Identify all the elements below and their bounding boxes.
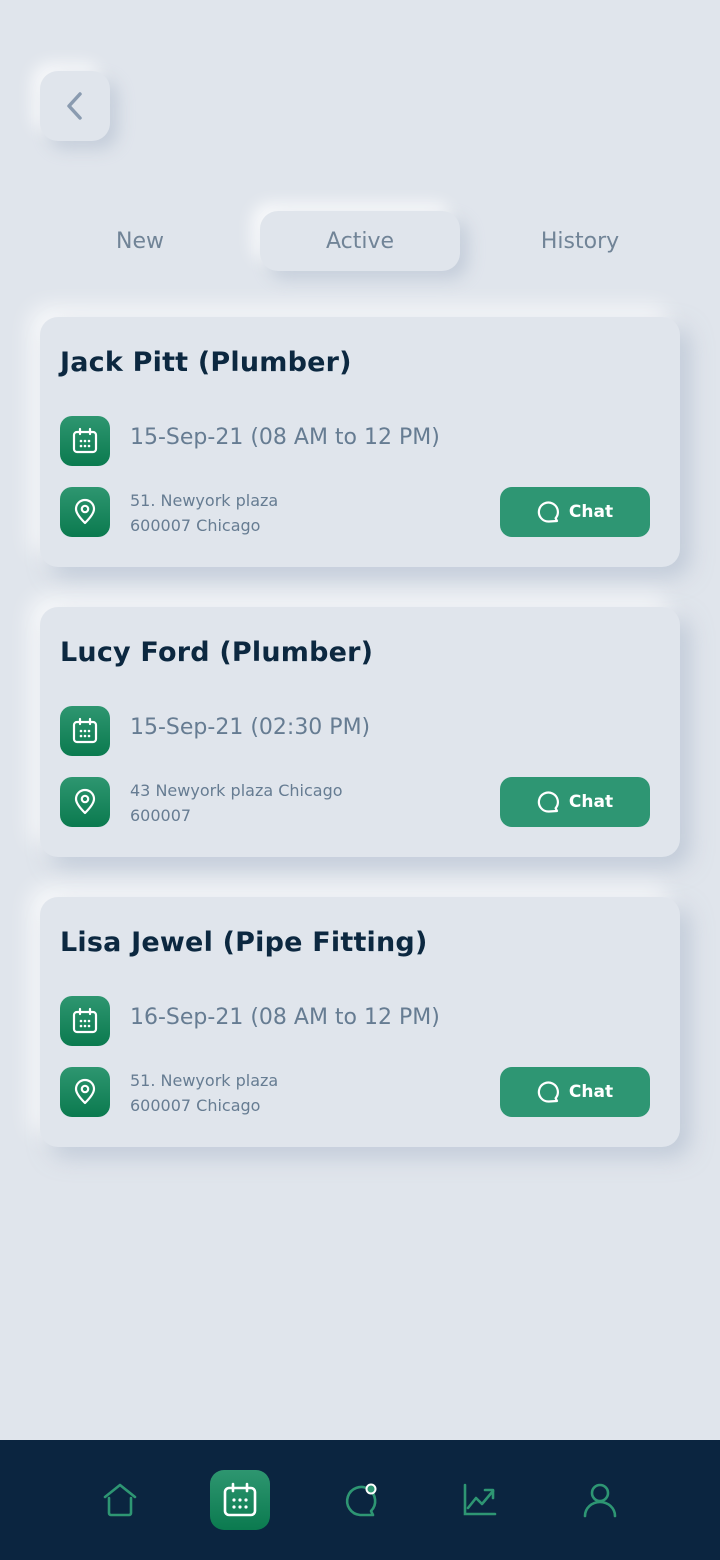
- booking-address: 51. Newyork plaza 600007 Chicago: [130, 488, 278, 538]
- address-line-1: 51. Newyork plaza: [130, 1071, 279, 1090]
- calendar-icon: [223, 1482, 257, 1517]
- location-pin-icon: [74, 1078, 96, 1105]
- address-line-2: 600007 Chicago: [130, 1096, 261, 1115]
- location-pin-icon: [74, 498, 96, 525]
- location-icon-badge: [60, 1067, 110, 1117]
- tab-new[interactable]: New: [40, 211, 240, 271]
- nav-chat[interactable]: [330, 1470, 390, 1530]
- calendar-icon: [72, 717, 98, 744]
- chat-label: Chat: [568, 792, 614, 812]
- calendar-icon-badge: [60, 706, 110, 756]
- booking-card: Lisa Jewel (Pipe Fitting) 16-Sep-21 (08 …: [40, 897, 680, 1147]
- chat-icon: [345, 1483, 377, 1517]
- booking-title: Lucy Ford (Plumber): [60, 637, 374, 668]
- booking-address: 51. Newyork plaza 600007 Chicago: [130, 1068, 278, 1118]
- location-icon-badge: [60, 777, 110, 827]
- chat-label: Chat: [568, 1082, 614, 1102]
- booking-title: Jack Pitt (Plumber): [60, 347, 352, 378]
- chart-icon: [463, 1483, 497, 1516]
- calendar-icon-badge: [60, 416, 110, 466]
- back-button[interactable]: [40, 71, 110, 141]
- address-line-1: 43 Newyork plaza Chicago: [130, 781, 343, 800]
- address-line-2: 600007: [130, 806, 192, 825]
- nav-calendar[interactable]: [210, 1470, 270, 1530]
- address-line-2: 600007 Chicago: [130, 516, 261, 535]
- chat-bubble-icon: [537, 791, 559, 813]
- home-icon: [103, 1483, 137, 1517]
- chat-button[interactable]: Chat: [500, 1067, 650, 1117]
- bottom-navbar: [0, 1440, 720, 1560]
- location-icon-badge: [60, 487, 110, 537]
- booking-title: Lisa Jewel (Pipe Fitting): [60, 927, 428, 958]
- chat-label: Chat: [568, 502, 614, 522]
- nav-home[interactable]: [90, 1470, 150, 1530]
- booking-card: Lucy Ford (Plumber) 15-Sep-21 (02:30 PM)…: [40, 607, 680, 857]
- chat-bubble-icon: [537, 501, 559, 523]
- tab-active[interactable]: Active: [260, 211, 460, 271]
- booking-address: 43 Newyork plaza Chicago 600007: [130, 778, 343, 828]
- profile-icon: [583, 1483, 617, 1518]
- calendar-icon-badge: [60, 996, 110, 1046]
- chevron-left-icon: [67, 92, 82, 120]
- nav-stats[interactable]: [450, 1470, 510, 1530]
- booking-card: Jack Pitt (Plumber) 15-Sep-21 (08 AM to …: [40, 317, 680, 567]
- booking-date: 16-Sep-21 (08 AM to 12 PM): [130, 1005, 440, 1030]
- booking-date: 15-Sep-21 (02:30 PM): [130, 715, 371, 740]
- booking-date: 15-Sep-21 (08 AM to 12 PM): [130, 425, 440, 450]
- nav-profile[interactable]: [570, 1470, 630, 1530]
- calendar-icon: [72, 1007, 98, 1034]
- chat-button[interactable]: Chat: [500, 487, 650, 537]
- chat-bubble-icon: [537, 1081, 559, 1103]
- calendar-icon: [72, 427, 98, 454]
- tab-history[interactable]: History: [480, 211, 680, 271]
- chat-button[interactable]: Chat: [500, 777, 650, 827]
- address-line-1: 51. Newyork plaza: [130, 491, 279, 510]
- location-pin-icon: [74, 788, 96, 815]
- status-tabs: New Active History: [30, 211, 690, 271]
